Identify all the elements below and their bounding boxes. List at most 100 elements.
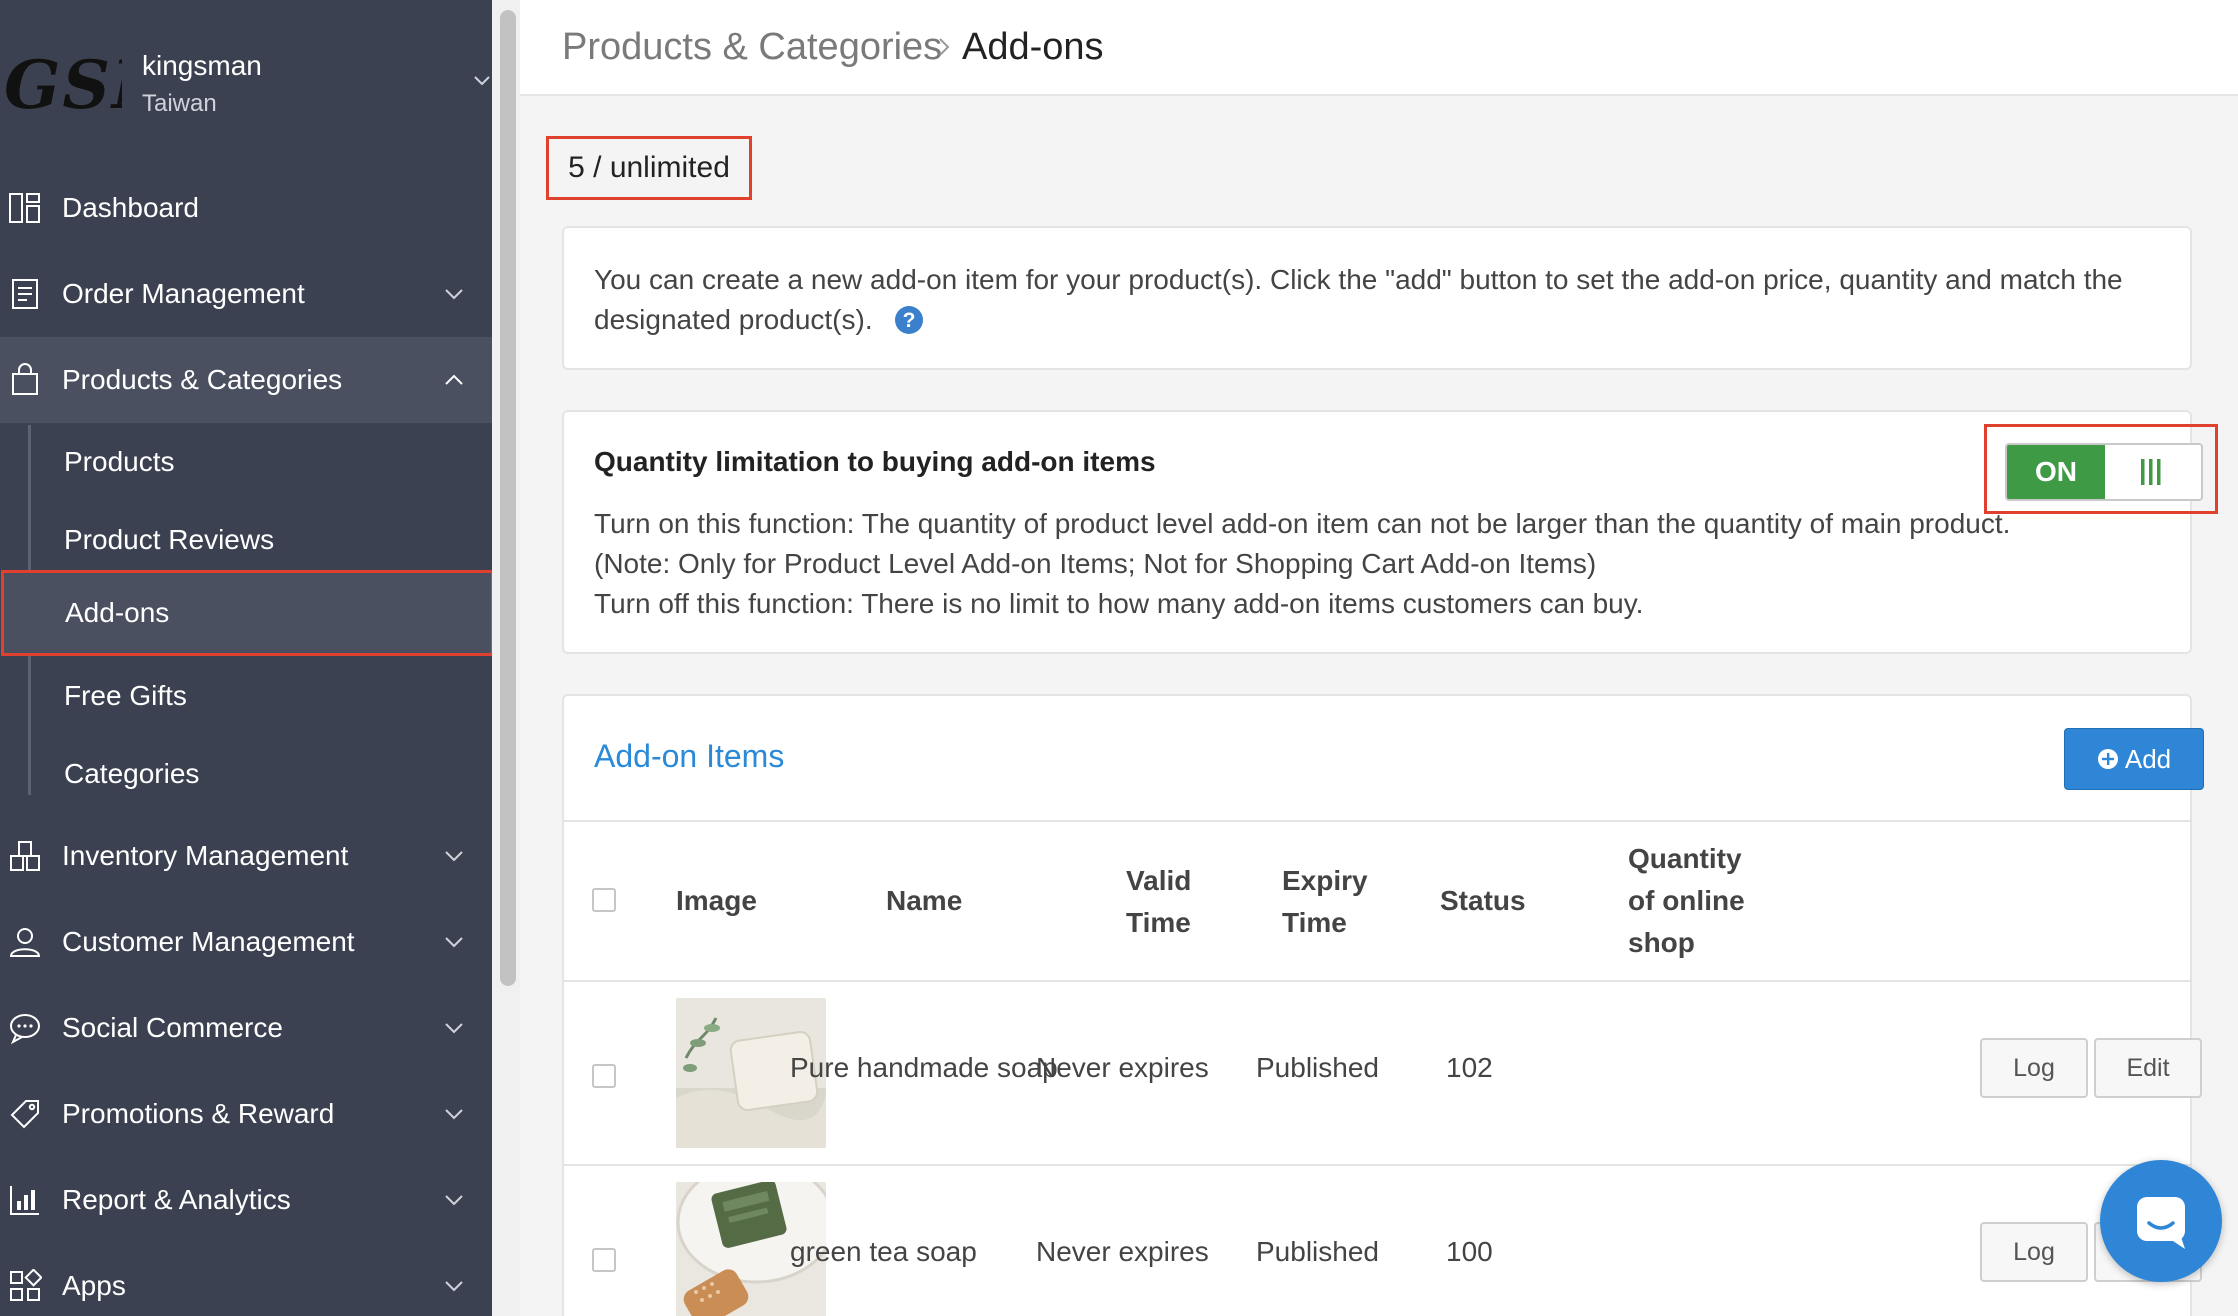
chevron-down-icon (474, 76, 490, 86)
svg-text:?: ? (903, 309, 916, 332)
column-header-name: Name (886, 885, 963, 916)
select-all-checkbox[interactable] (592, 888, 616, 912)
chevron-down-icon (445, 937, 463, 948)
header-line: Quantity (1628, 843, 1742, 874)
sidebar-item-customer-management[interactable]: Customer Management (0, 899, 492, 985)
items-section-title: Add-on Items (594, 738, 785, 774)
item-valid-time: Never expires (1036, 1052, 1209, 1083)
item-status: Published (1256, 1052, 1379, 1083)
store-switcher[interactable]: GSM kingsman Taiwan (0, 0, 492, 160)
row-checkbox[interactable] (592, 1248, 616, 1272)
limit-desc-line: Turn on this function: The quantity of p… (594, 508, 2011, 539)
header-line: Valid (1126, 865, 1192, 896)
sidebar-subitem-categories[interactable]: Categories (0, 735, 492, 813)
chevron-down-icon (445, 289, 463, 300)
divider (564, 820, 2190, 822)
item-valid-time: Never expires (1036, 1236, 1209, 1267)
grip-handle-icon (2141, 459, 2161, 485)
inventory-icon (10, 841, 40, 871)
add-button-label: Add (2124, 743, 2172, 774)
sidebar-item-label: Order Management (62, 278, 305, 309)
add-button[interactable]: Add (2064, 728, 2204, 790)
add-on-items-card: Add-on Items Add Image Name Valid Time E… (562, 694, 2204, 1316)
quantity-limit-card: Quantity limitation to buying add-on ite… (562, 410, 2218, 654)
chevron-down-icon (445, 1023, 463, 1034)
store-logo: GSM (4, 50, 122, 120)
chevron-right-icon (939, 38, 950, 56)
sidebar-item-products-categories[interactable]: Products & Categories (0, 337, 492, 423)
sidebar-item-label: Apps (62, 1270, 126, 1301)
sidebar-subitem-label: Categories (64, 758, 200, 789)
chat-icon (10, 1014, 40, 1045)
apps-icon (10, 1269, 42, 1301)
item-name: Pure handmade soap (790, 1052, 1058, 1083)
sidebar: GSM kingsman Taiwan Dashboard Order Mana… (0, 0, 492, 1316)
person-icon (9, 928, 41, 957)
sidebar-item-label: Promotions & Reward (62, 1098, 335, 1129)
sidebar-subitem-label: Product Reviews (64, 524, 275, 555)
sidebar-item-apps[interactable]: Apps (0, 1243, 492, 1316)
column-header-image: Image (676, 885, 757, 916)
sidebar-item-label: Customer Management (62, 926, 355, 957)
plus-circle-icon (2097, 749, 2118, 769)
item-quantity: 100 (1446, 1236, 1493, 1267)
sidebar-subitem-products[interactable]: Products (0, 423, 492, 501)
quantity-limit-toggle[interactable]: ON (2005, 443, 2203, 501)
sidebar-subitem-label: Add-ons (65, 597, 170, 628)
limit-title: Quantity limitation to buying add-on ite… (594, 446, 1156, 477)
order-icon (12, 279, 38, 309)
dashboard-icon (9, 193, 40, 223)
sidebar-subitem-product-reviews[interactable]: Product Reviews (0, 501, 492, 579)
header-line: Time (1282, 907, 1347, 938)
chevron-down-icon (445, 1281, 463, 1292)
toggle-on-label: ON (2007, 445, 2105, 499)
sidebar-item-dashboard[interactable]: Dashboard (0, 165, 492, 251)
live-chat-button[interactable] (2100, 1160, 2222, 1282)
header-line: Expiry (1282, 865, 1368, 896)
sidebar-item-label: Products & Categories (62, 364, 343, 395)
item-name: green tea soap (790, 1236, 977, 1267)
edit-button[interactable]: Edit (2094, 1038, 2202, 1098)
sidebar-subitem-label: Products (64, 446, 175, 477)
bag-icon (12, 363, 38, 395)
toggle-highlight: ON (1984, 424, 2218, 514)
chevron-down-icon (445, 1195, 463, 1206)
sidebar-item-promotions-reward[interactable]: Promotions & Reward (0, 1071, 492, 1157)
sidebar-scrollbar-thumb[interactable] (500, 10, 516, 986)
sidebar-item-social-commerce[interactable]: Social Commerce (0, 985, 492, 1071)
limit-desc-line: (Note: Only for Product Level Add-on Ite… (594, 548, 1597, 579)
limit-desc-line: Turn off this function: There is no limi… (594, 588, 1644, 619)
header-line: Time (1126, 907, 1191, 938)
divider (564, 980, 2190, 982)
divider (564, 1164, 2190, 1166)
breadcrumb-parent-link[interactable]: Products & Categories (562, 26, 942, 69)
limit-description: Turn on this function: The quantity of p… (594, 504, 2174, 624)
sidebar-subitem-label: Free Gifts (64, 680, 187, 711)
sidebar-item-inventory-management[interactable]: Inventory Management (0, 813, 492, 899)
help-icon[interactable]: ? (894, 305, 924, 335)
log-button[interactable]: Log (1980, 1038, 2088, 1098)
sidebar-subitem-add-ons[interactable]: Add-ons (1, 570, 492, 656)
info-text-wrap: You can create a new add-on item for you… (594, 260, 2154, 340)
breadcrumb-current: Add-ons (962, 26, 1104, 68)
info-card: You can create a new add-on item for you… (562, 226, 2192, 370)
item-status: Published (1256, 1236, 1379, 1267)
store-region: Taiwan (142, 90, 217, 117)
column-header-quantity: Quantity of online shop (1628, 838, 1745, 964)
header-line: of online (1628, 885, 1745, 916)
chat-bubble-icon (2137, 1197, 2185, 1249)
main-content: Products & Categories Add-ons 5 / unlimi… (520, 0, 2238, 1316)
chevron-up-icon (445, 374, 463, 385)
chevron-down-icon (445, 1109, 463, 1120)
column-header-valid-time: Valid Time (1126, 860, 1191, 944)
sidebar-subitem-free-gifts[interactable]: Free Gifts (0, 657, 492, 735)
sidebar-item-report-analytics[interactable]: Report & Analytics (0, 1157, 492, 1243)
sidebar-item-label: Report & Analytics (62, 1184, 291, 1215)
sidebar-item-label: Dashboard (62, 192, 199, 223)
chart-icon (10, 1186, 39, 1215)
sidebar-item-order-management[interactable]: Order Management (0, 251, 492, 337)
tag-icon (10, 1100, 39, 1129)
log-button[interactable]: Log (1980, 1222, 2088, 1282)
row-checkbox[interactable] (592, 1064, 616, 1088)
sidebar-item-label: Social Commerce (62, 1012, 283, 1043)
